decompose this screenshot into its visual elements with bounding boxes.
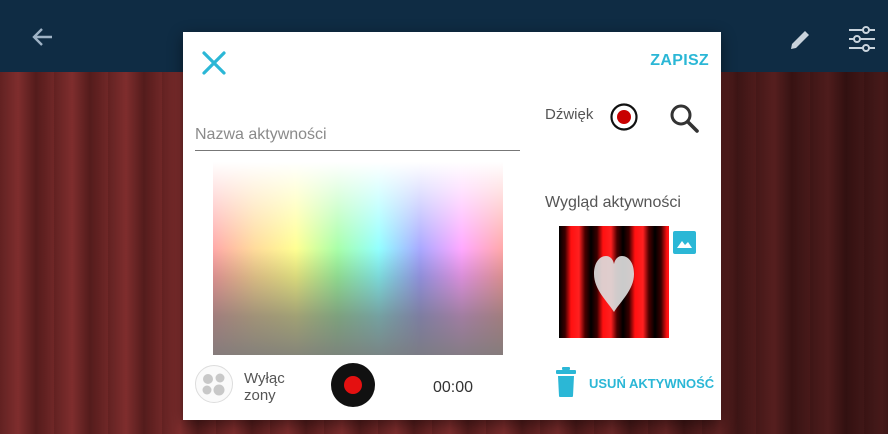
heart-icon xyxy=(594,256,634,312)
activity-dialog: ZAPISZ Wyłąc zony 00:00 Dźwięk Wygląd ak… xyxy=(183,32,721,420)
toggle-zones-label-line2: zony xyxy=(244,387,276,404)
record-timer: 00:00 xyxy=(433,379,474,396)
trash-icon xyxy=(556,367,576,397)
sound-label: Dźwięk xyxy=(545,106,594,123)
color-palette[interactable] xyxy=(213,162,503,355)
search-icon xyxy=(670,104,699,133)
sliders-icon[interactable] xyxy=(846,22,878,56)
save-button[interactable]: ZAPISZ xyxy=(650,52,709,70)
close-button[interactable] xyxy=(199,48,229,78)
search-sound-button[interactable] xyxy=(667,101,701,135)
arrow-left-icon[interactable] xyxy=(30,24,56,50)
record-icon xyxy=(344,376,362,394)
activity-image-preview xyxy=(559,226,669,338)
delete-activity-label: USUŃ AKTYWNOŚĆ xyxy=(589,376,715,391)
delete-activity-button[interactable]: USUŃ AKTYWNOŚĆ xyxy=(555,366,715,402)
image-icon xyxy=(677,241,692,248)
close-icon xyxy=(202,51,226,75)
record-button[interactable] xyxy=(331,363,375,407)
toggle-zones-button[interactable] xyxy=(195,365,233,403)
pencil-icon[interactable] xyxy=(787,27,813,53)
toggle-zones-label-line1: Wyłąc xyxy=(244,370,285,387)
sound-record-radio[interactable] xyxy=(609,102,639,132)
zones-icon xyxy=(202,373,225,396)
image-picker-button[interactable] xyxy=(673,231,696,254)
appearance-label: Wygląd aktywności xyxy=(545,194,681,211)
toggle-zones-label: Wyłąc zony xyxy=(244,370,294,404)
record-radio-icon xyxy=(610,103,638,131)
activity-name-input[interactable] xyxy=(195,120,520,151)
